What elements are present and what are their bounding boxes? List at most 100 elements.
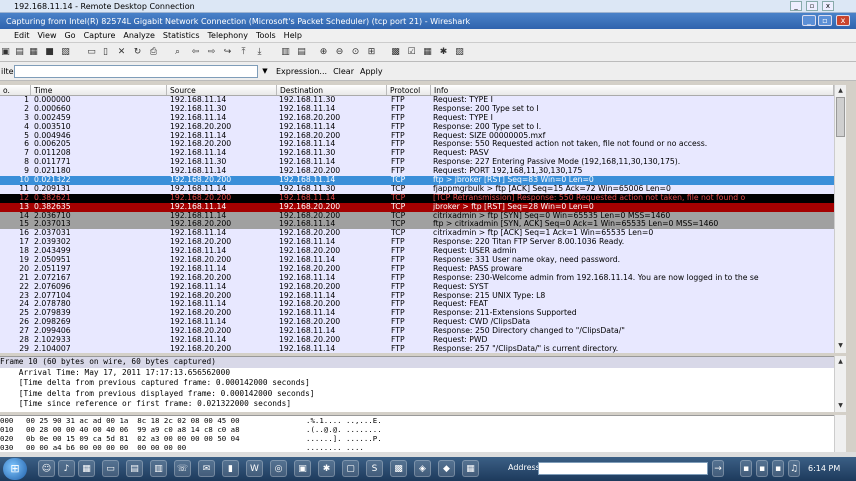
packet-row[interactable]: 28 2.102933 192.168.11.14 192.168.20.200 FTP… xyxy=(0,336,834,345)
close-button[interactable]: x xyxy=(836,15,850,26)
packet-row[interactable]: 8 0.011771 192.168.11.30 192.168.11.14 FTP Re… xyxy=(0,158,834,168)
column-header-no[interactable]: o. xyxy=(0,85,31,95)
details-scroll-up-icon[interactable]: ▲ xyxy=(836,357,845,366)
packet-row[interactable]: 6 0.006205 192.168.20.200 192.168.11.14 FTP R… xyxy=(0,140,834,150)
detail-line[interactable]: [Time since reference or first frame: 0.… xyxy=(0,399,834,410)
scroll-down-icon[interactable]: ▼ xyxy=(836,341,845,350)
interface-list-icon[interactable]: ▣ xyxy=(0,47,11,58)
taskbar-chat-icon[interactable]: ☏ xyxy=(174,460,191,477)
detail-line[interactable]: [Time delta from previous displayed fram… xyxy=(0,389,834,400)
zoom-normal-icon[interactable]: ⊙ xyxy=(350,47,361,58)
menu-edit[interactable]: Edit xyxy=(0,31,34,40)
go-first-icon[interactable]: ⤒ xyxy=(238,47,249,58)
column-header-protocol[interactable]: Protocol xyxy=(387,85,431,95)
column-header-time[interactable]: Time xyxy=(31,85,167,95)
colorize-icon[interactable]: ▥ xyxy=(280,47,291,58)
packet-row[interactable]: 11 0.209131 192.168.11.14 192.168.11.30 TCP f… xyxy=(0,184,834,194)
taskbar-excel-icon[interactable]: ▥ xyxy=(150,460,167,477)
menu-view[interactable]: View xyxy=(34,31,61,40)
capture-filters-icon[interactable]: ▩ xyxy=(390,47,401,58)
taskbar-network-icon[interactable]: ◈ xyxy=(414,460,431,477)
close-file-icon[interactable]: ✕ xyxy=(116,47,127,58)
taskbar-chart-icon[interactable]: ▦ xyxy=(462,460,479,477)
expression-button[interactable]: Expression... xyxy=(276,67,327,76)
scroll-up-icon[interactable]: ▲ xyxy=(836,86,845,95)
column-header-info[interactable]: Info xyxy=(431,85,834,95)
taskbar-messenger-icon[interactable]: ☺ xyxy=(38,460,55,477)
packet-row[interactable]: 19 2.050951 192.168.20.200 192.168.11.14 FTP… xyxy=(0,256,834,265)
reload-icon[interactable]: ↻ xyxy=(132,47,143,58)
taskbar-skype-icon[interactable]: S xyxy=(366,460,383,477)
taskbar-remote-icon[interactable]: ▩ xyxy=(390,460,407,477)
clear-button[interactable]: Clear xyxy=(333,67,354,76)
packet-row[interactable]: 3 0.002459 192.168.11.14 192.168.20.200 FTP R… xyxy=(0,113,834,123)
coloring-rules-icon[interactable]: ▦ xyxy=(422,47,433,58)
menu-telephony[interactable]: Telephony xyxy=(204,31,252,40)
taskbar-word-icon[interactable]: W xyxy=(246,460,263,477)
go-last-icon[interactable]: ⤓ xyxy=(254,47,265,58)
bytes-scrollbar[interactable] xyxy=(834,415,846,457)
address-input[interactable] xyxy=(538,462,708,475)
zoom-in-icon[interactable]: ⊕ xyxy=(318,47,329,58)
column-header-destination[interactable]: Destination xyxy=(277,85,387,95)
packet-row[interactable]: 18 2.043499 192.168.11.14 192.168.20.200 FTP… xyxy=(0,247,834,257)
packet-row[interactable]: 5 0.004946 192.168.11.14 192.168.20.200 FTP R… xyxy=(0,131,834,141)
packet-row[interactable]: 27 2.099406 192.168.20.200 192.168.11.14 FTP… xyxy=(0,327,834,337)
packet-row[interactable]: 4 0.003510 192.168.20.200 192.168.11.14 FTP R… xyxy=(0,122,834,132)
address-go-icon[interactable]: → xyxy=(712,460,724,477)
taskbar-mail-icon[interactable]: ✉ xyxy=(198,460,215,477)
apply-button[interactable]: Apply xyxy=(360,67,383,76)
rdp-minimize-button[interactable]: _ xyxy=(790,1,802,11)
minimize-button[interactable]: _ xyxy=(802,15,816,26)
go-to-packet-icon[interactable]: ↪ xyxy=(222,47,233,58)
packet-row[interactable]: 1 0.000000 192.168.11.14 192.168.11.30 FTP Re… xyxy=(0,96,834,105)
packet-row[interactable]: 25 2.079839 192.168.20.200 192.168.11.14 FTP… xyxy=(0,309,834,319)
packet-row[interactable]: 17 2.039302 192.168.20.200 192.168.11.14 FTP… xyxy=(0,238,834,248)
zoom-out-icon[interactable]: ⊖ xyxy=(334,47,345,58)
taskbar-browser-icon[interactable]: ◎ xyxy=(270,460,287,477)
menu-tools[interactable]: Tools xyxy=(252,31,280,40)
packet-row[interactable]: 7 0.011208 192.168.11.14 192.168.11.30 FTP Re… xyxy=(0,149,834,159)
rdp-restore-button[interactable]: ▫ xyxy=(806,1,818,11)
menu-capture[interactable]: Capture xyxy=(80,31,120,40)
packet-row[interactable]: 15 2.037013 192.168.20.200 192.168.11.14 TCP… xyxy=(0,220,834,230)
packet-row[interactable]: 13 0.382635 192.168.11.14 192.168.20.200 TCP… xyxy=(0,202,834,212)
taskbar-cmd-icon[interactable]: ▮ xyxy=(222,460,239,477)
preferences-icon[interactable]: ✱ xyxy=(438,47,449,58)
details-scrollbar[interactable]: ▲ ▼ xyxy=(834,356,846,412)
save-file-icon[interactable]: ▯ xyxy=(100,47,111,58)
start-button[interactable]: ⊞ xyxy=(3,458,27,480)
open-file-icon[interactable]: ▭ xyxy=(86,47,97,58)
maximize-button[interactable]: ▫ xyxy=(818,15,832,26)
taskbar-settings-icon[interactable]: ✱ xyxy=(318,460,335,477)
taskbar-window-icon[interactable]: ▢ xyxy=(342,460,359,477)
tray-icon-3[interactable]: ▪ xyxy=(772,460,784,477)
stop-capture-icon[interactable]: ■ xyxy=(44,47,55,58)
scroll-thumb[interactable] xyxy=(836,97,845,137)
menu-analyze[interactable]: Analyze xyxy=(119,31,159,40)
hex-row[interactable]: 020 0b 0e 00 15 09 ca 5d 81 02 a3 00 00 0… xyxy=(0,434,834,443)
packet-row[interactable]: 14 2.036710 192.168.11.14 192.168.20.200 TCP… xyxy=(0,211,834,221)
hex-row[interactable]: 010 00 28 00 00 40 00 40 06 99 a9 c0 a8 1… xyxy=(0,425,834,434)
taskbar-explorer-icon[interactable]: ▭ xyxy=(102,460,119,477)
resize-columns-icon[interactable]: ⊞ xyxy=(366,47,377,58)
packet-row[interactable]: 20 2.051197 192.168.11.14 192.168.20.200 FTP… xyxy=(0,264,834,274)
taskbar-doc-icon[interactable]: ▤ xyxy=(126,460,143,477)
details-scroll-down-icon[interactable]: ▼ xyxy=(836,401,845,410)
packet-row[interactable]: 26 2.098269 192.168.11.14 192.168.20.200 FTP… xyxy=(0,318,834,328)
taskbar-app-icon[interactable]: ▦ xyxy=(78,460,95,477)
filter-dropdown-icon[interactable]: ▼ xyxy=(260,67,270,75)
menu-help[interactable]: Help xyxy=(280,31,306,40)
packet-row[interactable]: 10 0.021322 192.168.20.200 192.168.11.14 TCP… xyxy=(0,176,834,185)
display-filters-icon[interactable]: ☑ xyxy=(406,47,417,58)
taskbar-media-icon[interactable]: ♪ xyxy=(58,460,75,477)
packet-row[interactable]: 12 0.382621 192.168.20.200 192.168.11.14 TCP… xyxy=(0,193,834,203)
tray-icon-1[interactable]: ▪ xyxy=(740,460,752,477)
packet-row[interactable]: 9 0.021180 192.168.11.14 192.168.20.200 FTP R… xyxy=(0,167,834,177)
detail-line[interactable]: [Time delta from previous captured frame… xyxy=(0,378,834,389)
packet-row[interactable]: 21 2.072167 192.168.20.200 192.168.11.14 FTP… xyxy=(0,273,834,283)
packet-row[interactable]: 2 0.000660 192.168.11.30 192.168.11.14 FTP Re… xyxy=(0,104,834,114)
detail-line[interactable]: Arrival Time: May 17, 2011 17:17:13.6565… xyxy=(0,368,834,379)
packet-row[interactable]: 24 2.078780 192.168.11.14 192.168.20.200 FTP… xyxy=(0,300,834,310)
packet-row[interactable]: 22 2.076096 192.168.11.14 192.168.20.200 FTP… xyxy=(0,282,834,292)
